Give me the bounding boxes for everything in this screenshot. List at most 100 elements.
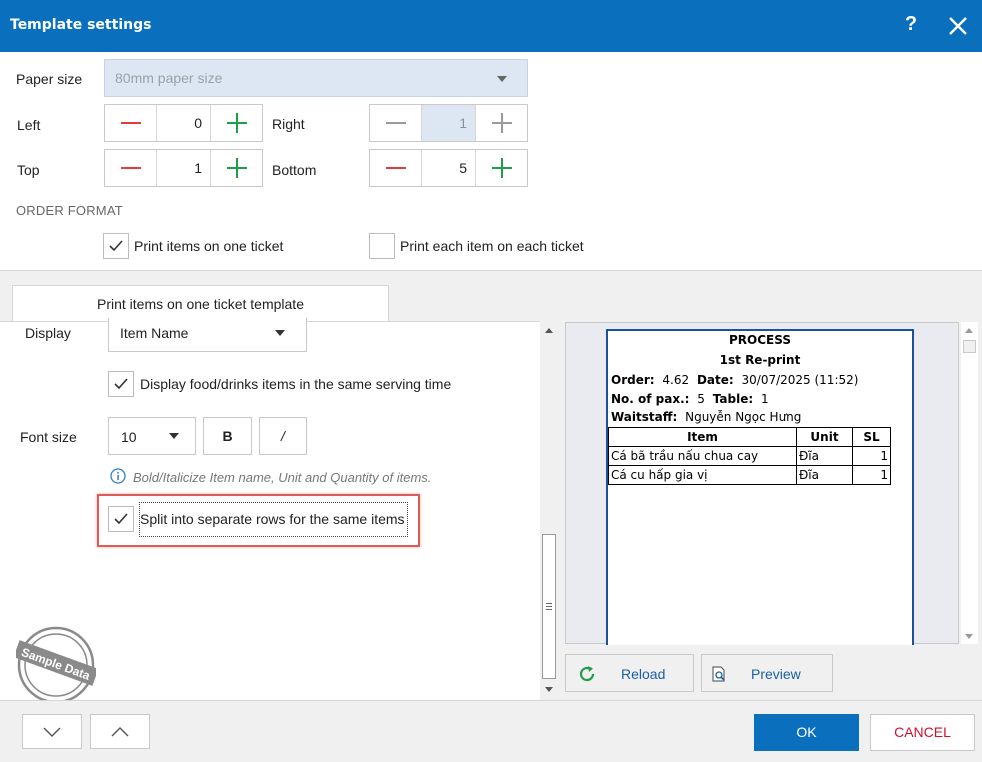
checkmark-icon (114, 513, 128, 525)
chevron-down-icon (43, 727, 61, 737)
italic-button[interactable]: / (259, 417, 307, 455)
minus-icon (121, 167, 141, 169)
cell-qty: 1 (852, 446, 891, 466)
table-row: Cá bã trầu nấu chua cay Đĩa 1 (608, 446, 891, 466)
pax-label: No. of pax.: (611, 392, 690, 406)
scroll-thumb[interactable] (542, 534, 556, 679)
right-label: Right (272, 116, 305, 132)
options-scrollbar[interactable] (541, 322, 558, 698)
left-value[interactable]: 0 (157, 105, 210, 141)
display-select[interactable]: Item Name (108, 318, 307, 352)
scroll-up-icon[interactable] (545, 328, 553, 333)
format-hint: Bold/Italicize Item name, Unit and Quant… (133, 470, 432, 485)
scroll-thumb[interactable] (963, 340, 976, 353)
bottom-value[interactable]: 5 (422, 150, 475, 186)
right-plus-button[interactable] (475, 105, 527, 141)
each-ticket-checkbox[interactable] (369, 233, 395, 259)
reload-label: Reload (621, 666, 666, 682)
scroll-up-icon[interactable] (965, 328, 973, 333)
close-icon[interactable] (946, 14, 970, 38)
preview-scrollbar[interactable] (961, 322, 978, 644)
cell-unit: Đĩa (796, 446, 853, 466)
preview-reprint: 1st Re-print (719, 353, 801, 367)
split-rows-checkbox[interactable] (108, 506, 134, 532)
chevron-down-icon (275, 330, 285, 336)
table-row: Cá cu hấp gia vị Đĩa 1 (608, 465, 891, 485)
cell-unit: Đĩa (796, 465, 853, 485)
top-stepper[interactable]: 1 (104, 149, 263, 187)
bottom-stepper[interactable]: 5 (369, 149, 528, 187)
bottom-label: Bottom (272, 162, 317, 178)
chevron-up-icon (111, 727, 129, 737)
waitstaff-value: Nguyễn Ngọc Hưng (685, 410, 802, 424)
date-value: 30/07/2025 (11:52) (741, 373, 859, 387)
one-ticket-label[interactable]: Print items on one ticket (134, 238, 283, 254)
ticket-preview: PROCESS 1st Re-print Order: 4.62 Date: 3… (606, 329, 914, 645)
order-format-heading: ORDER FORMAT (16, 203, 123, 218)
cell-item: Cá bã trầu nấu chua cay (608, 446, 797, 466)
column-item: Item (608, 427, 797, 447)
each-ticket-label[interactable]: Print each item on each ticket (400, 238, 584, 254)
window-title: Template settings (10, 17, 152, 33)
table-label: Table: (712, 392, 754, 406)
font-size-select[interactable]: 10 (108, 417, 196, 455)
preview-label: Preview (751, 666, 801, 682)
one-ticket-checkbox[interactable] (103, 233, 129, 259)
title-bar: Template settings ? (0, 0, 982, 52)
bottom-minus-button[interactable] (370, 150, 422, 186)
left-stepper[interactable]: 0 (104, 104, 263, 142)
right-minus-button[interactable] (370, 105, 422, 141)
date-label: Date: (696, 373, 734, 387)
right-stepper[interactable]: 1 (369, 104, 528, 142)
column-qty: SL (852, 427, 891, 447)
top-minus-button[interactable] (105, 150, 157, 186)
help-icon[interactable]: ? (901, 13, 921, 36)
previous-button[interactable] (90, 714, 150, 749)
order-label: Order: (611, 373, 655, 387)
left-plus-button[interactable] (210, 105, 262, 141)
chevron-down-icon (169, 433, 179, 439)
table-value: 1 (760, 392, 769, 406)
bottom-plus-button[interactable] (475, 150, 527, 186)
waitstaff-label: Waitstaff: (611, 410, 678, 424)
next-button[interactable] (22, 714, 82, 749)
bold-button[interactable]: B (203, 417, 252, 455)
ok-button[interactable]: OK (754, 714, 859, 751)
info-icon (110, 468, 126, 484)
split-rows-label[interactable]: Split into separate rows for the same it… (140, 511, 405, 527)
pax-value: 5 (697, 392, 705, 406)
minus-icon (121, 122, 141, 124)
reload-icon (579, 666, 595, 682)
font-size-label: Font size (20, 429, 77, 445)
cell-qty: 1 (852, 465, 891, 485)
items-table: Item Unit SL Cá bã trầu nấu chua cay Đĩa… (608, 427, 891, 485)
top-value[interactable]: 1 (157, 150, 210, 186)
font-size-value: 10 (121, 429, 137, 445)
tab-one-ticket-template[interactable]: Print items on one ticket template (12, 285, 389, 322)
cancel-button[interactable]: CANCEL (870, 714, 975, 751)
reload-button[interactable]: Reload (565, 654, 694, 692)
paper-size-value: 80mm paper size (115, 70, 223, 86)
order-value: 4.62 (662, 373, 690, 387)
column-unit: Unit (796, 427, 853, 447)
preview-button[interactable]: Preview (701, 654, 833, 692)
table-header-row: Item Unit SL (608, 427, 891, 447)
checkmark-icon (109, 240, 123, 252)
preview-icon (712, 666, 725, 682)
same-serving-checkbox[interactable] (108, 371, 134, 397)
minus-icon (386, 122, 406, 124)
left-minus-button[interactable] (105, 105, 157, 141)
minus-icon (386, 167, 406, 169)
scroll-down-icon[interactable] (965, 634, 973, 639)
top-plus-button[interactable] (210, 150, 262, 186)
preview-title: PROCESS (729, 333, 791, 347)
dialog-footer: OK CANCEL (0, 700, 982, 762)
right-value[interactable]: 1 (422, 105, 475, 141)
scroll-down-icon[interactable] (545, 687, 553, 692)
cell-item: Cá cu hấp gia vị (608, 465, 797, 485)
chevron-down-icon (497, 76, 507, 82)
paper-size-select[interactable]: 80mm paper size (104, 59, 528, 97)
display-value: Item Name (120, 325, 189, 341)
sample-data-stamp: Sample Data (16, 626, 96, 704)
same-serving-label[interactable]: Display food/drinks items in the same se… (140, 376, 451, 392)
